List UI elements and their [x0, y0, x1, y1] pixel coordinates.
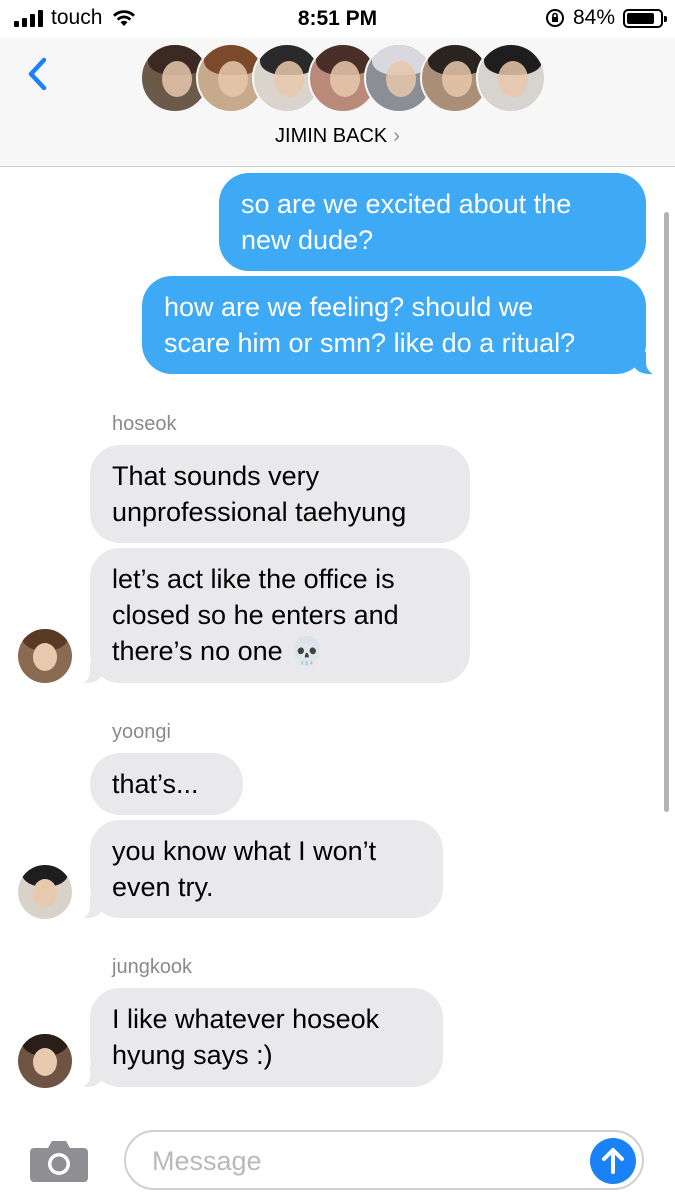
- incoming-message[interactable]: That sounds very unprofessional taehyung: [90, 445, 470, 543]
- message-text: let’s act like the office is closed so h…: [112, 564, 399, 666]
- battery-group: 84%: [545, 6, 667, 30]
- incoming-message[interactable]: you know what I won’t even try.: [74, 820, 443, 919]
- avatar[interactable]: [18, 1034, 72, 1088]
- incoming-message[interactable]: I like whatever hoseok hyung says :): [74, 988, 443, 1088]
- sender-name: yoongi: [112, 721, 171, 743]
- message-field[interactable]: [124, 1130, 644, 1190]
- incoming-message[interactable]: that’s...: [90, 753, 243, 815]
- send-arrow-icon: [602, 1148, 624, 1174]
- avatar: [476, 43, 546, 113]
- sender-name: hoseok: [112, 413, 177, 435]
- message-text: how are we feeling? should we scare him …: [164, 292, 576, 358]
- conversation-header: JIMIN BACK ›: [0, 38, 675, 167]
- avatar[interactable]: [18, 629, 72, 683]
- message-input[interactable]: [150, 1142, 584, 1180]
- outgoing-message[interactable]: how are we feeling? should we scare him …: [142, 276, 662, 375]
- battery-percent: 84%: [572, 6, 615, 29]
- battery-icon: [623, 8, 667, 28]
- message-text: I like whatever hoseok hyung says :): [112, 1004, 380, 1070]
- camera-icon[interactable]: [30, 1136, 88, 1182]
- sender-name: jungkook: [112, 956, 193, 978]
- back-chevron-icon[interactable]: [20, 54, 60, 94]
- send-button[interactable]: [590, 1138, 636, 1184]
- group-name[interactable]: JIMIN BACK ›: [0, 125, 675, 148]
- outgoing-message[interactable]: so are we excited about the new dude?: [219, 173, 646, 271]
- incoming-message[interactable]: let’s act like the office is closed so h…: [74, 548, 470, 684]
- avatar[interactable]: [18, 865, 72, 919]
- group-title: JIMIN BACK: [275, 125, 388, 147]
- disclosure-chevron-icon: ›: [393, 125, 400, 147]
- group-avatars[interactable]: [140, 43, 546, 113]
- status-bar: touch 8:51 PM 84%: [0, 0, 675, 38]
- orientation-lock-icon: [545, 9, 564, 27]
- message-text: you know what I won’t even try.: [112, 836, 377, 902]
- scrollbar[interactable]: [664, 212, 669, 812]
- compose-bar: [0, 1112, 675, 1200]
